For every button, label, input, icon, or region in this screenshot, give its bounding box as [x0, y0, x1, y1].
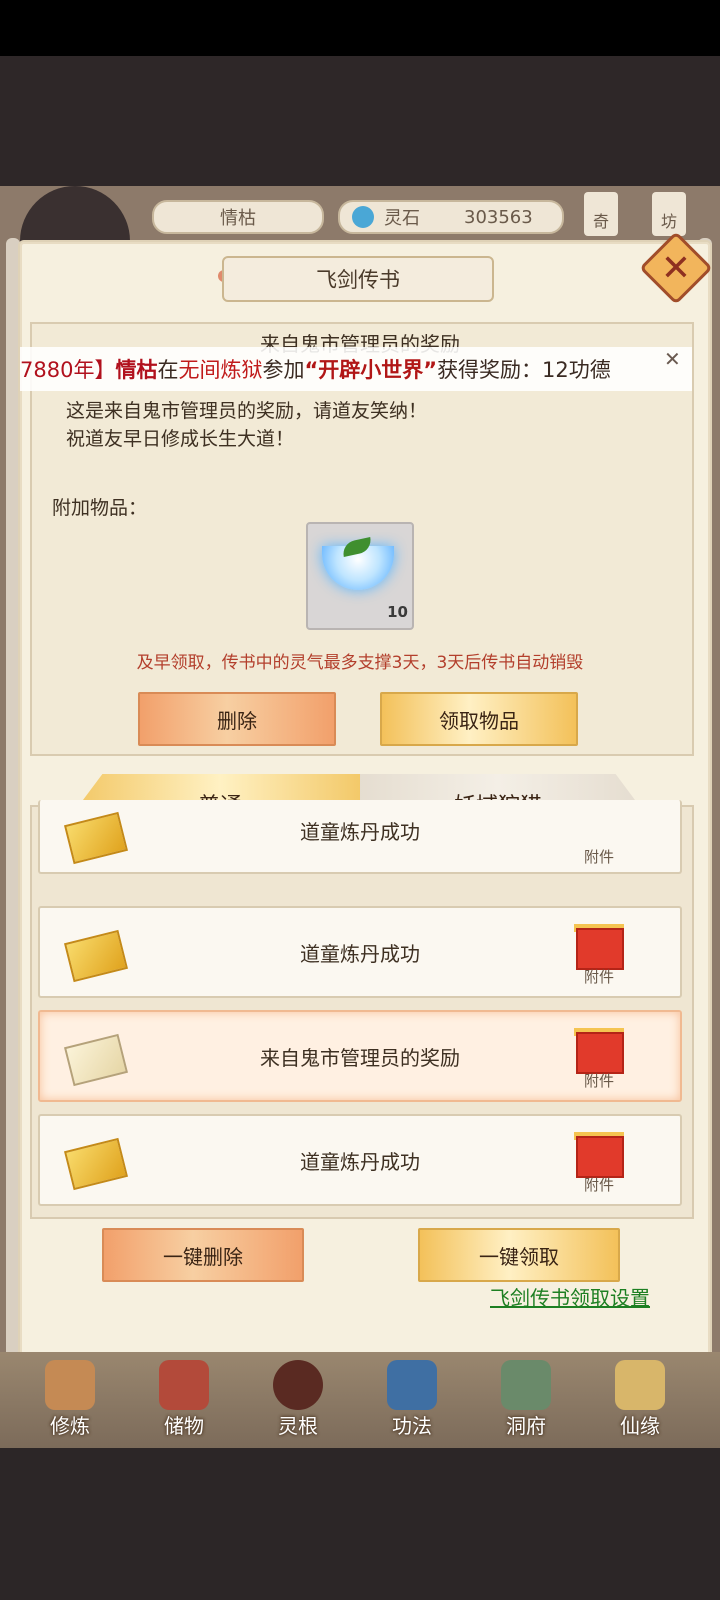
- nav-cave-mansion[interactable]: 洞府: [476, 1360, 576, 1440]
- delete-all-button[interactable]: 一键删除: [102, 1228, 304, 1282]
- nav-label: 洞府: [506, 1414, 546, 1438]
- spirit-stone-icon: [352, 206, 374, 228]
- currency-display: 灵石 303563: [338, 200, 564, 234]
- attachment-label: 附件: [583, 1176, 614, 1194]
- ticker-close-icon[interactable]: ✕: [664, 347, 692, 371]
- close-icon[interactable]: ✕: [650, 242, 702, 294]
- list-item[interactable]: 道童炼丹成功 附件: [38, 1114, 682, 1206]
- mail-row-title: 道童炼丹成功: [300, 820, 420, 844]
- nav-storage[interactable]: 储物: [134, 1360, 234, 1440]
- nav-label: 修炼: [50, 1414, 90, 1438]
- player-name: 情枯: [152, 200, 324, 234]
- gift-box-icon: [576, 928, 624, 970]
- shop-tab-fang[interactable]: 坊: [652, 192, 686, 236]
- ticker-prefix: 7880年】: [20, 358, 116, 382]
- ticker-name: 情枯: [115, 358, 158, 382]
- ticker-mid1: 在: [157, 358, 179, 382]
- spirit-root-icon: [273, 1360, 323, 1410]
- nav-spirit-root[interactable]: 灵根: [248, 1360, 348, 1440]
- immortal-fate-icon: [615, 1360, 665, 1410]
- cave-mansion-icon: [501, 1360, 551, 1410]
- nav-immortal-fate[interactable]: 仙缘: [590, 1360, 690, 1440]
- status-bar: [0, 0, 720, 56]
- item-count: 10: [387, 603, 408, 621]
- claim-all-button[interactable]: 一键领取: [418, 1228, 620, 1282]
- ticker-place: 无间炼狱: [178, 358, 263, 382]
- list-item[interactable]: 来自鬼市管理员的奖励 附件: [38, 1010, 682, 1102]
- nav-label: 仙缘: [620, 1414, 660, 1438]
- nav-cultivation[interactable]: 修炼: [20, 1360, 120, 1440]
- currency-label: 灵石: [384, 208, 420, 229]
- claim-items-button[interactable]: 领取物品: [380, 692, 578, 746]
- gift-box-icon: [576, 1032, 624, 1074]
- attachment-label: 附加物品：: [52, 497, 148, 519]
- nav-label: 灵根: [278, 1414, 318, 1438]
- shop-tab-qi[interactable]: 奇: [584, 192, 618, 236]
- currency-value: 303563: [464, 206, 533, 228]
- attachment-label: 附件: [583, 848, 614, 866]
- system-nav-area: [0, 1448, 720, 1600]
- ticker-suffix: 获得奖励：12功德: [437, 358, 611, 382]
- ticker-mid2: 参加: [262, 358, 305, 382]
- broadcast-ticker: 7880年】 情枯 在 无间炼狱 参加 “开辟小世界” 获得奖励：12功德: [20, 347, 692, 391]
- attachment-label: 附件: [583, 968, 614, 986]
- nav-label: 储物: [164, 1414, 204, 1438]
- background-top: [0, 56, 720, 186]
- list-item[interactable]: 道童炼丹成功 附件: [38, 800, 682, 874]
- attachment-label: 附件: [583, 1072, 614, 1090]
- gift-box-icon: [576, 1136, 624, 1178]
- claim-settings-link[interactable]: 飞剑传书领取设置: [490, 1282, 650, 1311]
- technique-book-icon: [387, 1360, 437, 1410]
- storage-bag-icon: [159, 1360, 209, 1410]
- ticker-event: “开辟小世界”: [304, 358, 438, 382]
- nav-label: 功法: [392, 1414, 432, 1438]
- mail-body-line-2: 祝道友早日修成长生大道！: [66, 428, 295, 450]
- list-item[interactable]: 道童炼丹成功 附件: [38, 906, 682, 998]
- dialog-title: 飞剑传书: [222, 256, 494, 302]
- expiry-warning: 及早领取，传书中的灵气最多支撑3天，3天后传书自动销毁: [136, 653, 584, 673]
- delete-button[interactable]: 删除: [138, 692, 336, 746]
- mail-body-line-1: 这是来自鬼市管理员的奖励，请道友笑纳！: [66, 400, 428, 422]
- cultivation-icon: [45, 1360, 95, 1410]
- nav-technique[interactable]: 功法: [362, 1360, 462, 1440]
